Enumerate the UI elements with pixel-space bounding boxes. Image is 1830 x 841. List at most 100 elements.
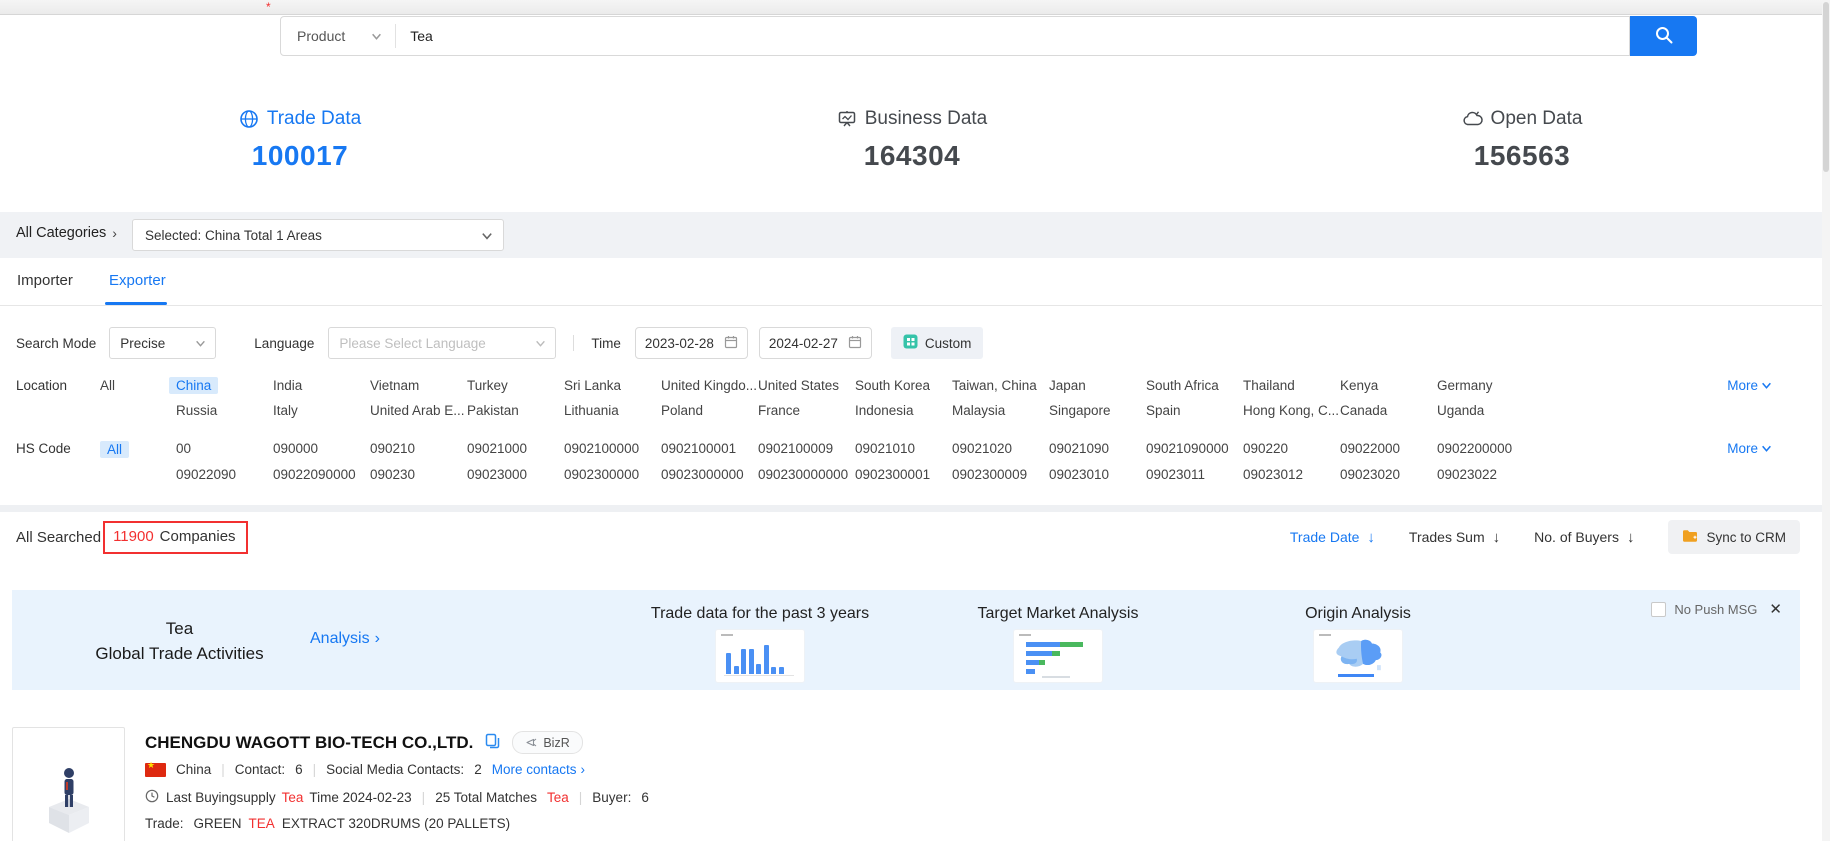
search-category-select[interactable]: Product (281, 28, 395, 44)
hscode-option[interactable]: 0902100001 (661, 441, 758, 458)
location-option[interactable]: Turkey (467, 378, 564, 394)
hscode-all-option[interactable]: All (100, 441, 129, 458)
location-option[interactable]: Singapore (1049, 403, 1146, 418)
scrollbar[interactable] (1822, 0, 1830, 841)
hscode-option[interactable]: 090230 (370, 467, 467, 482)
calendar-icon (848, 335, 862, 352)
hscode-option[interactable]: 09023012 (1243, 467, 1340, 482)
selected-areas-dropdown[interactable]: Selected: China Total 1 Areas (132, 219, 504, 251)
date-to-input[interactable]: 2024-02-27 (759, 327, 872, 359)
stat-business-data[interactable]: Business Data 164304 (802, 108, 1022, 172)
analysis-link[interactable]: Analysis › (310, 630, 380, 648)
hscode-option[interactable]: 09021090 (1049, 441, 1146, 458)
location-option[interactable]: Italy (273, 403, 370, 418)
hscode-option[interactable]: 09023010 (1049, 467, 1146, 482)
location-option[interactable]: China (169, 377, 218, 394)
location-option[interactable]: South Africa (1146, 378, 1243, 394)
scrollbar-thumb[interactable] (1823, 2, 1829, 172)
location-option[interactable]: Canada (1340, 403, 1437, 418)
location-more-link[interactable]: More (1727, 378, 1772, 393)
hscode-option[interactable]: 00 (176, 441, 273, 458)
bizr-badge[interactable]: BizR (512, 731, 582, 754)
hscode-option[interactable]: 0902100009 (758, 441, 855, 458)
sort-no-of-buyers[interactable]: No. of Buyers ↓ (1534, 529, 1634, 546)
sync-to-crm-button[interactable]: Sync to CRM (1668, 520, 1800, 554)
card-trade-data-3-years[interactable]: Trade data for the past 3 years (650, 590, 870, 690)
location-option[interactable]: Taiwan, China (952, 378, 1049, 394)
tab-importer[interactable]: Importer (17, 272, 73, 289)
hscode-option[interactable]: 09022090 (176, 467, 273, 482)
custom-date-button[interactable]: Custom (891, 327, 984, 359)
location-option[interactable]: France (758, 403, 855, 418)
hscode-option[interactable]: 09021000 (467, 441, 564, 458)
calendar-icon (724, 335, 738, 352)
close-icon[interactable]: ✕ (1769, 600, 1782, 618)
date-to-value: 2024-02-27 (769, 336, 838, 351)
chevron-down-icon (371, 31, 381, 41)
location-option[interactable]: Russia (176, 403, 273, 418)
company-name[interactable]: CHENGDU WAGOTT BIO-TECH CO.,LTD. (145, 733, 473, 753)
copy-icon[interactable] (485, 733, 500, 752)
hscode-option[interactable]: 090000 (273, 441, 370, 458)
language-select[interactable]: Please Select Language (328, 327, 556, 359)
search-mode-select[interactable]: Precise (109, 327, 216, 359)
more-contacts-link[interactable]: More contacts › (492, 762, 585, 777)
hscode-option[interactable]: 09023020 (1340, 467, 1437, 482)
stat-value: 100017 (190, 140, 410, 172)
hscode-option[interactable]: 090220 (1243, 441, 1340, 458)
location-all-option[interactable]: All (100, 378, 176, 394)
location-option[interactable]: Vietnam (370, 378, 467, 394)
active-tab-underline (105, 302, 167, 305)
hscode-option[interactable]: 09023022 (1437, 467, 1534, 482)
card-origin-analysis[interactable]: Origin Analysis (1248, 590, 1468, 690)
tab-exporter[interactable]: Exporter (109, 272, 166, 289)
hscode-option[interactable]: 09021020 (952, 441, 1049, 458)
company-thumbnail[interactable] (12, 727, 125, 841)
hscode-option[interactable]: 09021010 (855, 441, 952, 458)
no-push-checkbox[interactable] (1651, 602, 1666, 617)
location-option[interactable]: India (273, 378, 370, 394)
hscode-option[interactable]: 0902100000 (564, 441, 661, 458)
location-option[interactable]: Malaysia (952, 403, 1049, 418)
hscode-option[interactable]: 0902200000 (1437, 441, 1534, 458)
stat-trade-data[interactable]: Trade Data 100017 (190, 108, 410, 172)
sort-trade-date[interactable]: Trade Date ↓ (1290, 529, 1375, 546)
location-option[interactable]: Sri Lanka (564, 378, 661, 394)
hscode-option[interactable]: 09021090000 (1146, 441, 1243, 458)
all-categories-link[interactable]: All Categories › (16, 225, 117, 241)
hscode-option[interactable]: 09022090000 (273, 467, 370, 482)
hscode-option[interactable]: 09023000 (467, 467, 564, 482)
hscode-option[interactable]: 09022000 (1340, 441, 1437, 458)
location-option[interactable]: Germany (1437, 378, 1534, 394)
hscode-option[interactable]: 090230000000 (758, 467, 855, 482)
hscode-more-link[interactable]: More (1727, 441, 1772, 456)
location-option[interactable]: Lithuania (564, 403, 661, 418)
location-option[interactable]: Poland (661, 403, 758, 418)
location-option[interactable]: Kenya (1340, 378, 1437, 394)
custom-label: Custom (925, 336, 972, 351)
location-option[interactable]: Pakistan (467, 403, 564, 418)
location-option[interactable]: Indonesia (855, 403, 952, 418)
location-option[interactable]: Japan (1049, 378, 1146, 394)
hscode-option[interactable]: 0902300001 (855, 467, 952, 482)
sort-trades-sum[interactable]: Trades Sum ↓ (1409, 529, 1500, 546)
stat-open-data[interactable]: Open Data 156563 (1412, 108, 1632, 172)
search-input[interactable] (396, 28, 1629, 44)
hscode-option[interactable]: 0902300009 (952, 467, 1049, 482)
location-option[interactable]: United Kingdo... (661, 378, 758, 394)
location-option[interactable]: United States (758, 378, 855, 394)
hscode-option[interactable]: 09023000000 (661, 467, 758, 482)
hscode-option[interactable]: 09023011 (1146, 467, 1243, 482)
location-option[interactable]: Spain (1146, 403, 1243, 418)
location-option[interactable]: United Arab E... (370, 403, 467, 418)
red-annotation-mark: * (266, 0, 271, 14)
location-option[interactable]: Hong Kong, C... (1243, 403, 1340, 418)
hscode-option[interactable]: 090210 (370, 441, 467, 458)
location-option[interactable]: Thailand (1243, 378, 1340, 394)
search-button[interactable] (1630, 16, 1697, 56)
hscode-option[interactable]: 0902300000 (564, 467, 661, 482)
date-from-input[interactable]: 2023-02-28 (635, 327, 748, 359)
card-target-market-analysis[interactable]: Target Market Analysis (948, 590, 1168, 690)
location-option[interactable]: Uganda (1437, 403, 1534, 418)
location-option[interactable]: South Korea (855, 378, 952, 394)
